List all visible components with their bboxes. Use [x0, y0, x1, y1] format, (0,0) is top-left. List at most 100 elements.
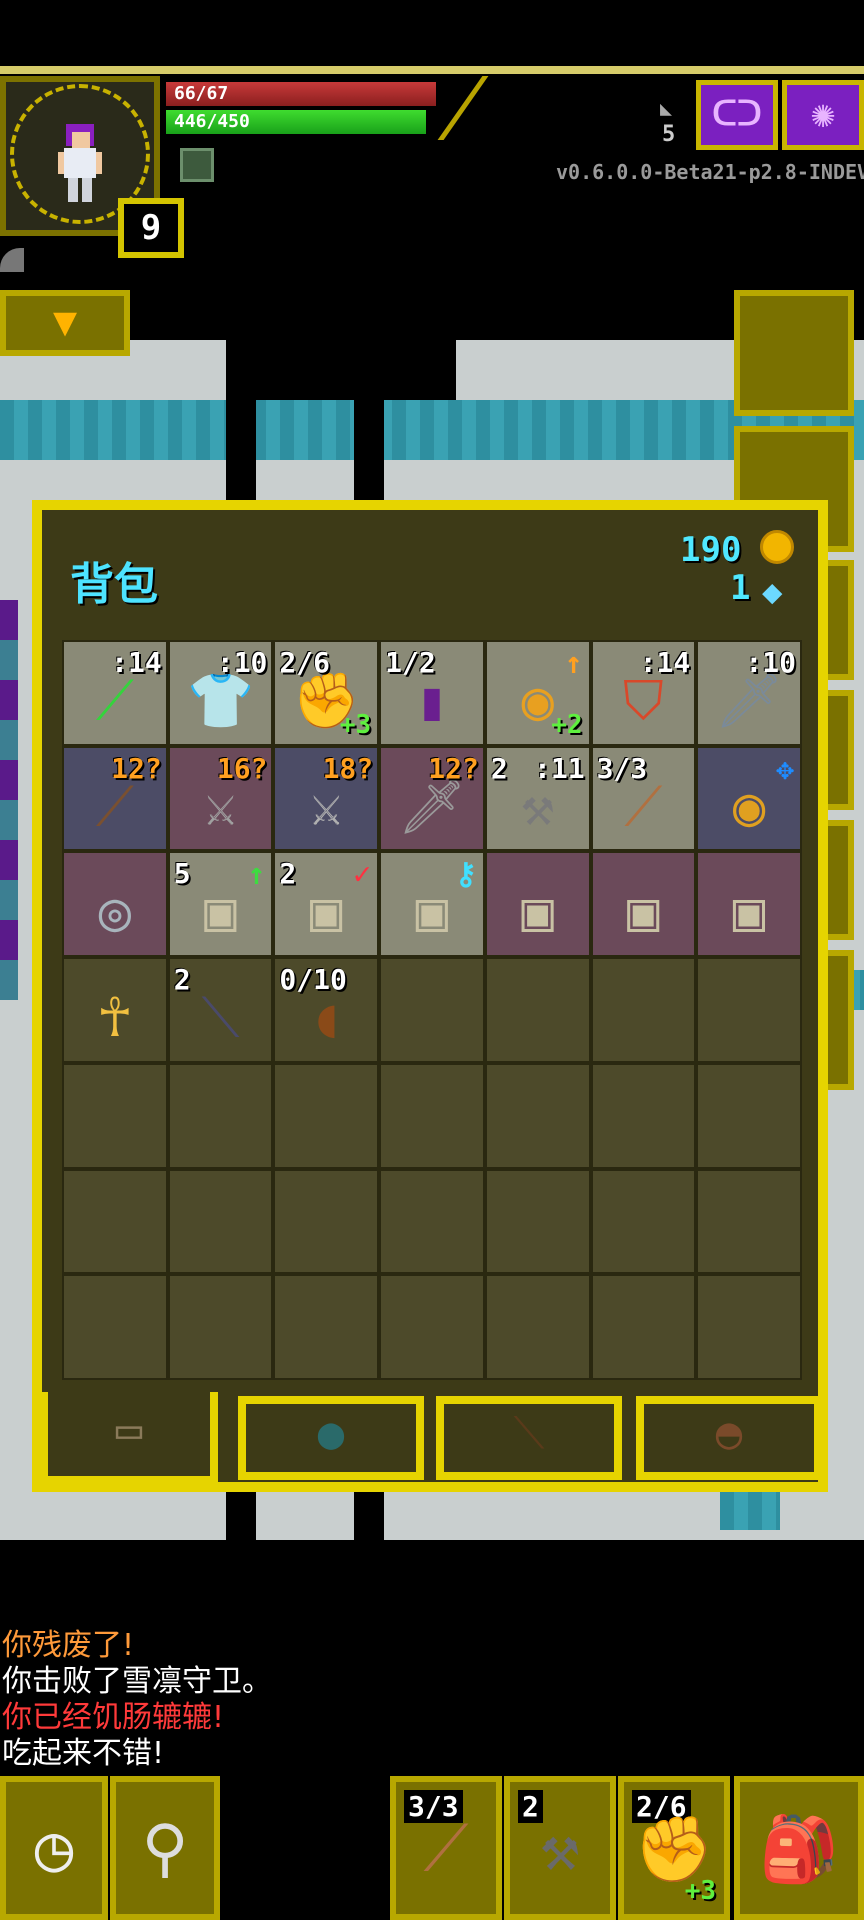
- inventory-slot[interactable]: 👕:10: [169, 642, 272, 744]
- status-pane-toggle[interactable]: ▼: [0, 290, 130, 356]
- quickslot-2[interactable]: 2 ⚒: [504, 1776, 616, 1920]
- inventory-slot[interactable]: ◉ ✥: [698, 747, 800, 850]
- side-quickslot[interactable]: [734, 290, 854, 416]
- inventory-slot-empty[interactable]: [698, 959, 800, 1061]
- inventory-slot[interactable]: ⟋ 12?: [64, 747, 166, 850]
- slot-quantity: 1/2: [385, 646, 436, 679]
- wait-button[interactable]: ◷: [0, 1776, 108, 1920]
- inventory-slot[interactable]: ⟋:14: [64, 642, 166, 744]
- gold-count: 190: [680, 530, 742, 570]
- inventory-slot-empty[interactable]: [169, 1170, 272, 1273]
- slot-status-icon: ↑: [247, 857, 266, 893]
- inventory-title: 背包: [70, 559, 158, 610]
- inventory-slot-empty[interactable]: [275, 1064, 378, 1167]
- inventory-slot-empty[interactable]: [592, 1064, 695, 1167]
- inventory-slot[interactable]: ◖ 0/10: [275, 959, 378, 1061]
- inventory-slot[interactable]: ☥: [64, 959, 166, 1061]
- inventory-slot[interactable]: ⚒ 2:11: [486, 747, 589, 850]
- inventory-slot[interactable]: ▮ 1/2: [381, 642, 483, 744]
- inventory-slot-empty[interactable]: [698, 1170, 800, 1273]
- slot-level: 2: [490, 751, 508, 785]
- inventory-slot[interactable]: 🗡 12?: [381, 747, 483, 850]
- inventory-slot[interactable]: ⟍ 2: [169, 959, 272, 1061]
- tab-wand-holster[interactable]: ⟍: [436, 1396, 622, 1480]
- menu-button[interactable]: ✺: [782, 80, 864, 150]
- inventory-slot[interactable]: ⟋ 3/3: [592, 747, 695, 850]
- tab-seed-pouch[interactable]: ●: [238, 1396, 424, 1480]
- inventory-slot[interactable]: ▣: [486, 853, 589, 956]
- gold-icon: [760, 530, 794, 564]
- inventory-slot-empty[interactable]: [381, 1170, 483, 1273]
- inventory-slot-empty[interactable]: [486, 1064, 589, 1167]
- quickslot-3[interactable]: 2/6 ✊ +3: [618, 1776, 730, 1920]
- hud-top-line: [0, 66, 864, 74]
- inventory-slot-empty[interactable]: [275, 1170, 378, 1273]
- food-bag-icon: ◓: [715, 1408, 743, 1459]
- slot-quantity: 18?: [322, 751, 374, 785]
- journal-icon: ᑕᑐ: [712, 94, 762, 134]
- chevron-down-icon: ▼: [52, 299, 78, 345]
- slot-quantity: 3/3: [596, 751, 648, 785]
- inventory-slot-empty[interactable]: [486, 1170, 589, 1273]
- inventory-slot-empty[interactable]: [592, 959, 695, 1061]
- inventory-slot[interactable]: ▣ 5 ↑: [169, 853, 272, 956]
- slot-quantity: 2/6: [279, 646, 330, 679]
- scroll-arrow-icon: ▣: [521, 880, 554, 944]
- slot-quantity: 12?: [428, 751, 479, 785]
- hero-sprite-icon: [58, 124, 102, 202]
- quickslot-1[interactable]: 3/3 ⟋: [390, 1776, 502, 1920]
- inventory-slot-empty[interactable]: [64, 1170, 166, 1273]
- inventory-slot[interactable]: ▣: [592, 853, 695, 956]
- inventory-slot[interactable]: ▣ ⚷: [381, 853, 483, 956]
- danger-indicator: [0, 248, 24, 272]
- slot-quantity: :10: [745, 646, 796, 679]
- energy-count: 1: [730, 568, 751, 608]
- inventory-slot-empty[interactable]: [486, 959, 589, 1061]
- inventory-grid: ⟋:14 👕:10 ✊ 2/6 +3 ▮ 1/2 ◉ ↑ +2 ⛉:14 🗡:10 ⟋ 12? ⚔ 16? ⚔ 1…: [62, 640, 802, 1380]
- inventory-slot[interactable]: ⚔ 18?: [275, 747, 378, 850]
- level-badge: 9: [118, 198, 184, 258]
- inventory-slot[interactable]: 🗡:10: [698, 642, 800, 744]
- inventory-slot[interactable]: ⛉:14: [592, 642, 695, 744]
- throwing-spear-icon: ⟋: [423, 1812, 469, 1886]
- inventory-slot-empty[interactable]: [169, 1276, 272, 1378]
- journal-button[interactable]: ᑕᑐ: [696, 80, 778, 150]
- inventory-button[interactable]: 🎒: [734, 1776, 864, 1920]
- inventory-slot-empty[interactable]: [698, 1064, 800, 1167]
- backpack-icon: 🎒: [759, 1813, 839, 1887]
- slot-bonus: +3: [339, 709, 372, 740]
- inventory-slot-empty[interactable]: [592, 1170, 695, 1273]
- seed-pouch-icon: ●: [317, 1408, 345, 1459]
- inventory-slot-empty[interactable]: [64, 1064, 166, 1167]
- slot-quantity: 5: [173, 857, 191, 891]
- tab-backpack[interactable]: ▭: [92, 1400, 166, 1484]
- inventory-slot-empty[interactable]: [381, 1276, 483, 1378]
- search-button[interactable]: ⚲: [110, 1776, 220, 1920]
- inventory-slot-empty[interactable]: [698, 1276, 800, 1378]
- tab-food-bag[interactable]: ◓: [636, 1396, 822, 1480]
- inventory-slot-empty[interactable]: [592, 1276, 695, 1378]
- quickslot-bonus: +3: [684, 1876, 716, 1906]
- xp-bar: 446/450: [166, 110, 426, 134]
- buff-icon[interactable]: [180, 148, 214, 182]
- inventory-slot[interactable]: ▣: [698, 853, 800, 956]
- inventory-slot-empty[interactable]: [275, 1276, 378, 1378]
- slot-status-icon: ✓: [353, 857, 372, 893]
- hp-bar: 66/67: [166, 82, 436, 106]
- slot-status-icon: ↑: [564, 646, 583, 681]
- inventory-slot[interactable]: ◎: [64, 853, 166, 956]
- inventory-slot[interactable]: ⚔ 16?: [169, 747, 272, 850]
- inventory-slot-empty[interactable]: [64, 1276, 166, 1378]
- slot-quantity: :14: [639, 646, 691, 679]
- crystal-wall: [0, 600, 18, 1000]
- slot-bonus: +2: [551, 709, 583, 740]
- inventory-slot-empty[interactable]: [486, 1276, 589, 1378]
- slot-quantity: 2: [173, 963, 191, 997]
- inventory-slot-empty[interactable]: [381, 959, 483, 1061]
- clock-icon: ◷: [34, 1812, 74, 1886]
- inventory-slot[interactable]: ▣ 2 ✓: [275, 853, 378, 956]
- inventory-slot-empty[interactable]: [381, 1064, 483, 1167]
- inventory-slot[interactable]: ✊ 2/6 +3: [275, 642, 378, 744]
- inventory-slot-empty[interactable]: [169, 1064, 272, 1167]
- inventory-slot[interactable]: ◉ ↑ +2: [486, 642, 589, 744]
